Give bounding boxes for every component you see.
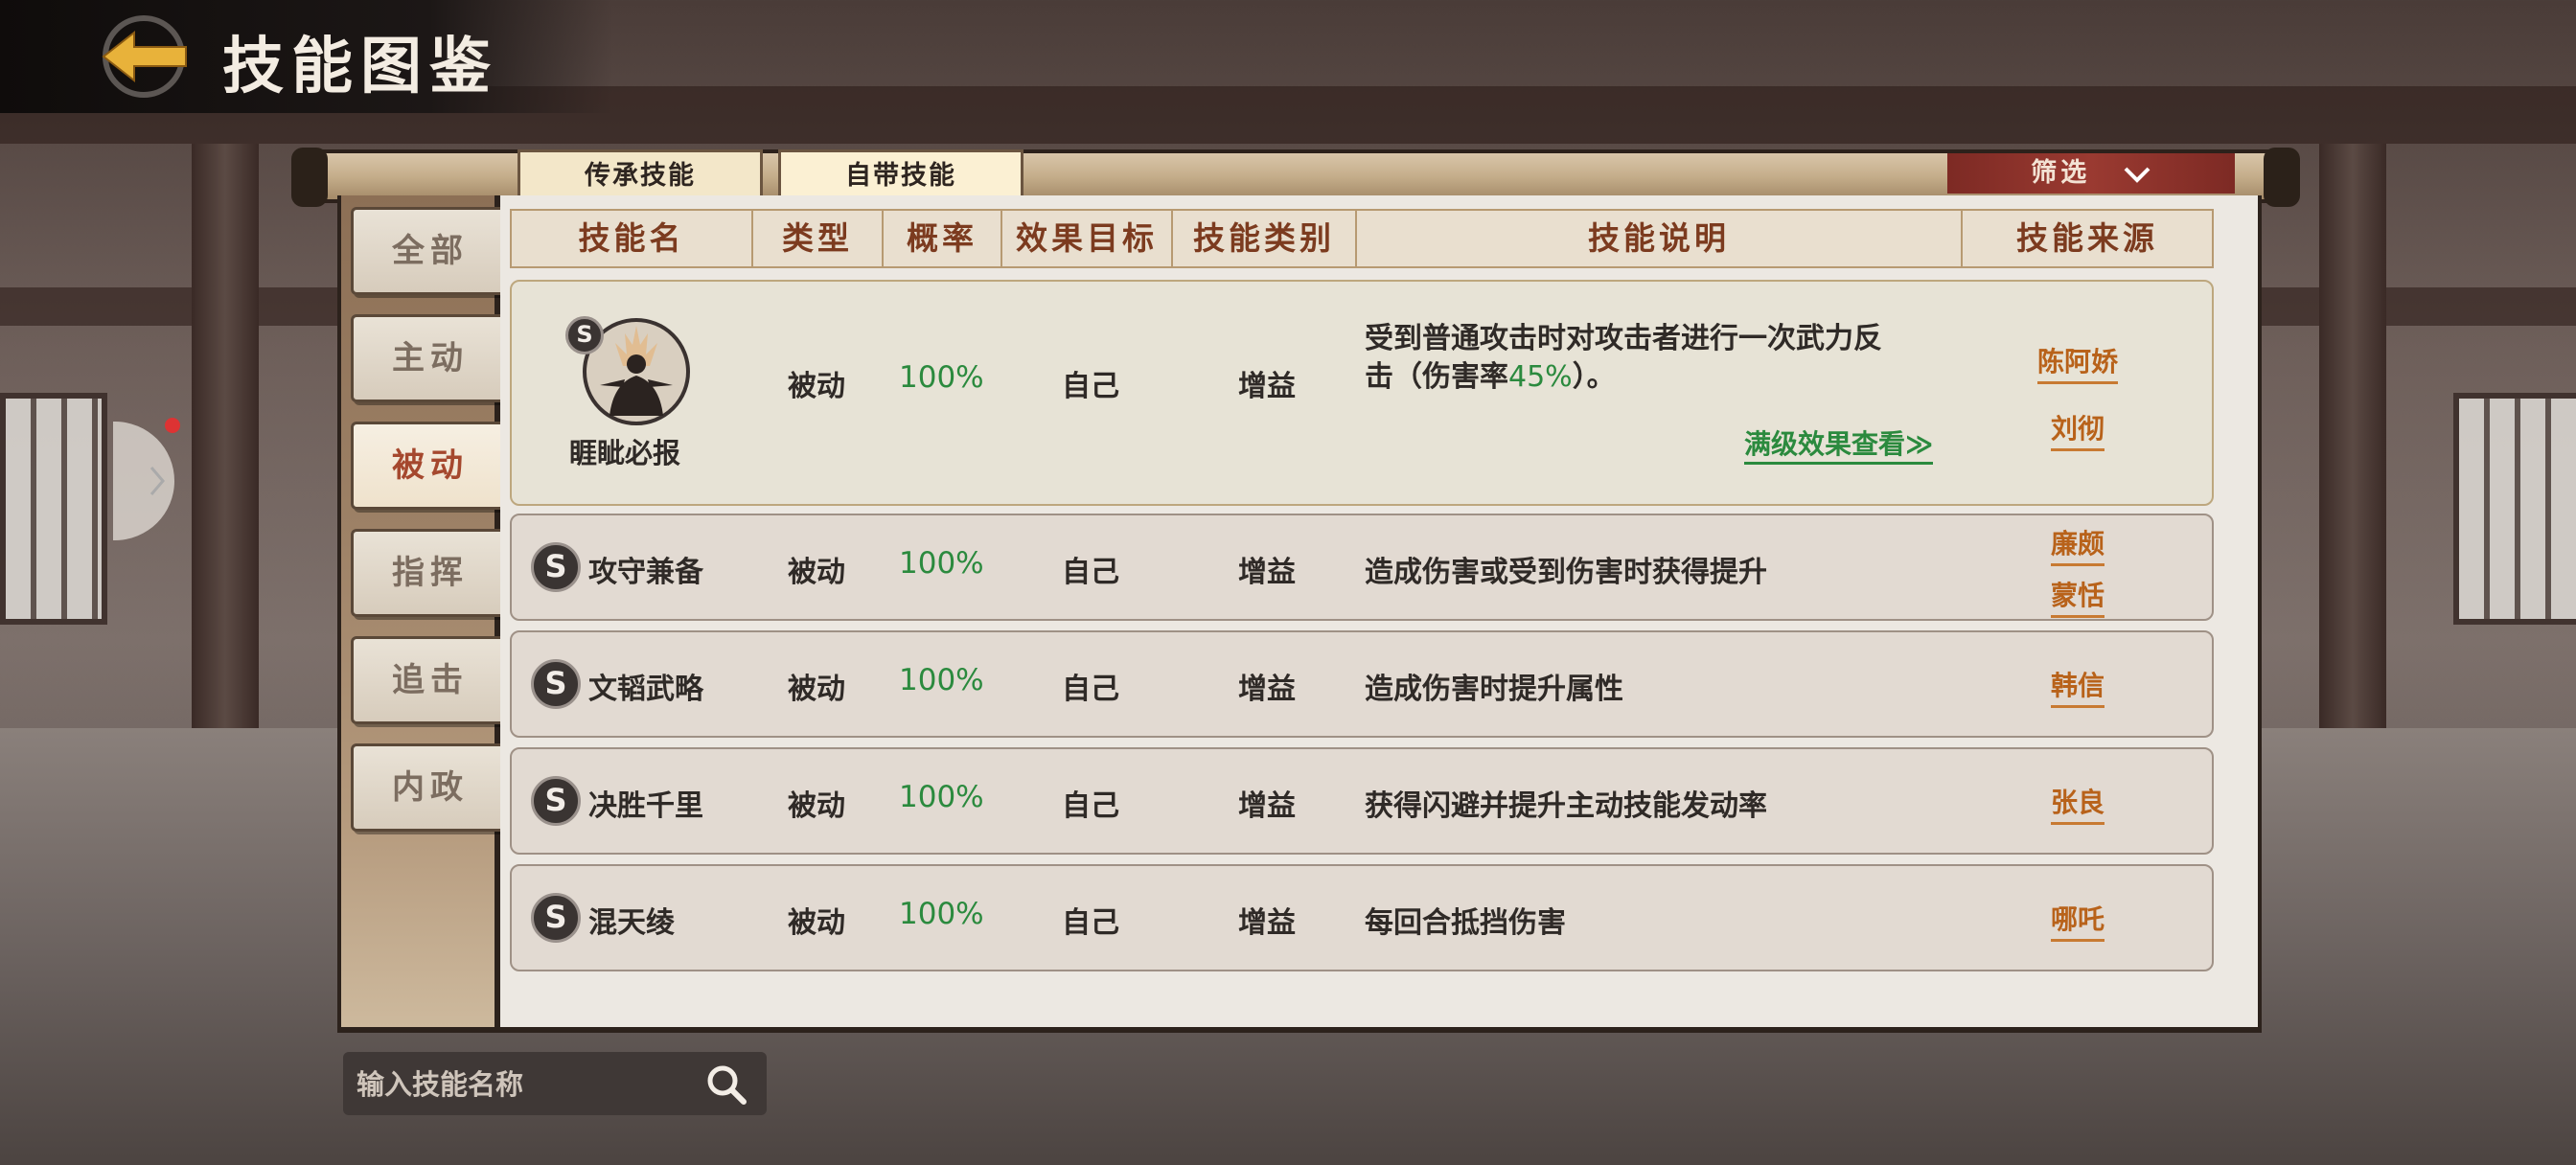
skill-category: 增益	[1238, 370, 1296, 403]
search-icon	[707, 1065, 747, 1105]
table-row[interactable]: S 睚眦必报 被动 100% 自己 增益 受到普通攻击时对攻击者进行一次武力反 …	[510, 280, 2214, 506]
table-row[interactable]: S 混天绫 被动 100% 自己 增益 每回合抵挡伤害 哪吒	[510, 864, 2214, 971]
source-hero-link[interactable]: 哪吒	[2051, 899, 2105, 942]
skill-name: 睚眦必报	[569, 437, 681, 469]
source-hero-link[interactable]: 刘彻	[2051, 408, 2105, 451]
notification-dot	[165, 418, 180, 433]
skill-category: 增益	[1238, 789, 1296, 823]
skill-codex-panel: 传承技能 自带技能 筛选 全部 主动 被动 指挥 追击 内政 技能名 类型 概率…	[291, 148, 2300, 1033]
chevron-right-icon	[150, 467, 165, 495]
skill-type: 被动	[788, 370, 845, 403]
category-active[interactable]: 主动	[351, 314, 510, 402]
s-grade-icon: S	[565, 316, 604, 354]
description-line: 受到普通攻击时对攻击者进行一次武力反	[1365, 322, 1882, 355]
skill-name: 文韬武略	[588, 673, 703, 706]
source-hero-link[interactable]: 廉颇	[2051, 523, 2105, 566]
s-grade-icon: S	[531, 893, 581, 943]
search-input[interactable]	[355, 1058, 684, 1111]
table-header: 技能名 类型 概率 效果目标 技能类别 技能说明 技能来源	[510, 209, 2214, 268]
skill-name: 混天绫	[588, 906, 675, 940]
rod-cap-right	[2264, 148, 2300, 207]
skill-description: 每回合抵挡伤害	[1365, 906, 1566, 940]
damage-rate-value: 45%	[1508, 360, 1573, 394]
back-arrow-icon	[102, 15, 187, 98]
search-bar	[343, 1052, 767, 1115]
pillar	[2319, 144, 2386, 757]
filter-button[interactable]: 筛选	[1947, 153, 2235, 194]
column-header-target: 效果目标	[1002, 211, 1173, 266]
category-pursuit[interactable]: 追击	[351, 636, 510, 724]
side-drawer-handle[interactable]	[113, 422, 174, 540]
skill-description: 造成伤害时提升属性	[1365, 673, 1623, 706]
skill-type: 被动	[788, 789, 845, 823]
skill-name: 决胜千里	[588, 789, 703, 823]
source-hero-link[interactable]: 陈阿娇	[2037, 341, 2119, 384]
skill-description: 造成伤害或受到伤害时获得提升	[1365, 556, 1767, 589]
back-button[interactable]	[94, 13, 194, 100]
source-hero-link[interactable]: 韩信	[2051, 665, 2105, 708]
table-row[interactable]: S 文韬武略 被动 100% 自己 增益 造成伤害时提升属性 韩信	[510, 630, 2214, 738]
source-hero-link[interactable]: 蒙恬	[2051, 575, 2105, 618]
column-header-name: 技能名	[512, 211, 753, 266]
skill-target: 自己	[1062, 556, 1119, 589]
skill-target: 自己	[1062, 370, 1119, 403]
column-header-source: 技能来源	[2016, 219, 2158, 257]
skill-description: 获得闪避并提升主动技能发动率	[1365, 789, 1767, 823]
s-grade-icon: S	[531, 659, 581, 709]
column-header-category: 技能类别	[1173, 211, 1357, 266]
source-hero-link[interactable]: 张良	[2051, 782, 2105, 825]
column-header-description: 技能说明	[1357, 211, 1963, 266]
table-row[interactable]: S 攻守兼备 被动 100% 自己 增益 造成伤害或受到伤害时获得提升 廉颇 蒙…	[510, 514, 2214, 621]
column-header-rate: 概率	[884, 211, 1002, 266]
skill-target: 自己	[1062, 906, 1119, 940]
skill-table-area: 技能名 类型 概率 效果目标 技能类别 技能说明 技能来源 S 睚眦必报 被动 …	[500, 195, 2258, 1027]
category-passive[interactable]: 被动	[351, 422, 510, 510]
search-button[interactable]	[705, 1063, 748, 1106]
scroll-body: 全部 主动 被动 指挥 追击 内政 技能名 类型 概率 效果目标 技能类别 技能…	[337, 195, 2262, 1033]
skill-target: 自己	[1062, 673, 1119, 706]
skill-rate: 100%	[899, 780, 984, 814]
full-level-effect-link[interactable]: 满级效果查看≫	[1744, 423, 1934, 465]
description-text: 击（伤害率	[1365, 360, 1508, 394]
skill-type: 被动	[788, 556, 845, 589]
skill-type: 被动	[788, 673, 845, 706]
description-line: 击（伤害率45%）。	[1365, 358, 1959, 397]
skill-rate: 100%	[899, 663, 984, 697]
window	[0, 393, 107, 625]
window	[2453, 393, 2576, 625]
skill-name: 攻守兼备	[588, 556, 703, 589]
category-command[interactable]: 指挥	[351, 529, 510, 617]
description-text: ）。	[1572, 360, 1616, 394]
skill-category: 增益	[1238, 673, 1296, 706]
top-bar: 技能图鉴	[0, 0, 613, 113]
table-row[interactable]: S 决胜千里 被动 100% 自己 增益 获得闪避并提升主动技能发动率 张良	[510, 747, 2214, 855]
s-grade-icon: S	[531, 776, 581, 826]
s-grade-icon: S	[531, 542, 581, 592]
skill-category: 增益	[1238, 906, 1296, 940]
skill-rate: 100%	[899, 897, 984, 931]
page-title: 技能图鉴	[222, 31, 498, 103]
skill-category: 增益	[1238, 556, 1296, 589]
pillar	[192, 144, 259, 757]
filter-label: 筛选	[2031, 158, 2091, 188]
chevron-down-icon	[2124, 167, 2150, 183]
rod-cap-left	[291, 148, 328, 207]
column-header-type: 类型	[753, 211, 884, 266]
category-sidebar: 全部 主动 被动 指挥 追击 内政	[341, 195, 510, 1027]
skill-target: 自己	[1062, 789, 1119, 823]
skill-rate: 100%	[899, 360, 984, 395]
skill-rate: 100%	[899, 546, 984, 581]
category-all[interactable]: 全部	[351, 207, 510, 295]
skill-description: 受到普通攻击时对攻击者进行一次武力反 击（伤害率45%）。	[1365, 320, 1959, 397]
skill-type: 被动	[788, 906, 845, 940]
category-domestic[interactable]: 内政	[351, 743, 510, 832]
